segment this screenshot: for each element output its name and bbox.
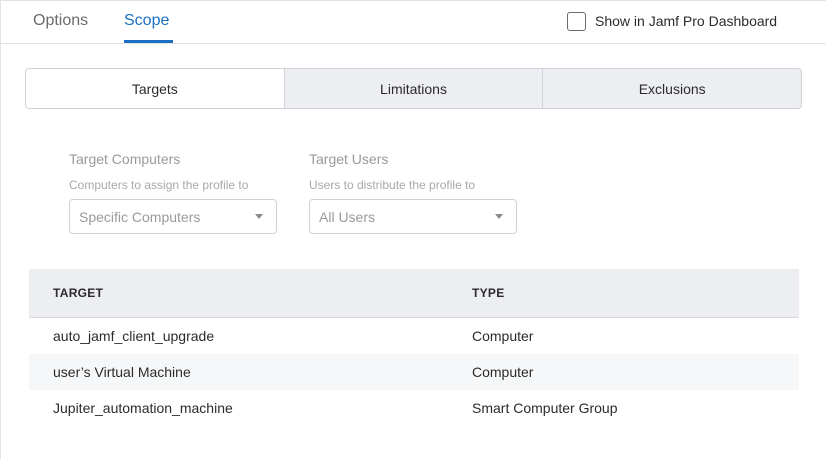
target-users-value: All Users [319, 209, 376, 225]
segment-limitations[interactable]: Limitations [283, 69, 543, 108]
checkbox-box[interactable] [567, 12, 586, 31]
active-tab-indicator [124, 40, 173, 43]
target-users-subtitle: Users to distribute the profile to [309, 178, 476, 192]
column-header-target[interactable]: TARGET [53, 286, 103, 300]
segment-exclusions[interactable]: Exclusions [542, 69, 801, 108]
scope-panel: Options Scope Show in Jamf Pro Dashboard… [0, 0, 826, 459]
scope-segmented-control: Targets Limitations Exclusions [25, 68, 802, 109]
top-tab-bar: Options Scope Show in Jamf Pro Dashboard [1, 1, 826, 44]
column-header-type[interactable]: TYPE [472, 286, 505, 300]
target-computers-field: Target Computers Computers to assign the… [69, 151, 279, 234]
caret-down-icon [495, 214, 503, 219]
target-users-field: Target Users Users to distribute the pro… [309, 151, 519, 234]
tab-options[interactable]: Options [33, 12, 88, 30]
type-cell: Computer [472, 364, 534, 380]
target-computers-title: Target Computers [69, 151, 181, 167]
table-header: TARGET TYPE [29, 269, 799, 318]
target-cell: user’s Virtual Machine [53, 364, 191, 380]
target-computers-value: Specific Computers [79, 209, 201, 225]
table-row[interactable]: auto_jamf_client_upgrade Computer [29, 318, 799, 354]
type-cell: Smart Computer Group [472, 400, 618, 416]
segment-targets[interactable]: Targets [26, 69, 284, 108]
targets-table: TARGET TYPE auto_jamf_client_upgrade Com… [29, 269, 799, 426]
caret-down-icon [255, 214, 263, 219]
target-users-title: Target Users [309, 151, 389, 167]
type-cell: Computer [472, 328, 534, 344]
table-row[interactable]: user’s Virtual Machine Computer [29, 354, 799, 390]
target-users-select[interactable]: All Users [309, 199, 517, 234]
target-computers-select[interactable]: Specific Computers [69, 199, 277, 234]
tab-scope[interactable]: Scope [124, 12, 169, 30]
target-cell: Jupiter_automation_machine [53, 400, 233, 416]
show-in-dashboard-checkbox[interactable]: Show in Jamf Pro Dashboard [567, 12, 787, 32]
target-cell: auto_jamf_client_upgrade [53, 328, 215, 344]
target-computers-subtitle: Computers to assign the profile to [69, 178, 249, 192]
table-row[interactable]: Jupiter_automation_machine Smart Compute… [29, 390, 799, 426]
show-in-dashboard-label: Show in Jamf Pro Dashboard [595, 13, 778, 29]
